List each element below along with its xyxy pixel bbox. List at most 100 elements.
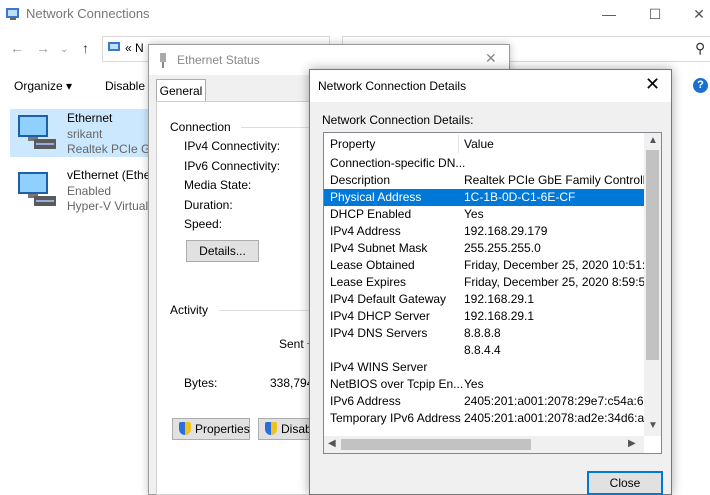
row-value: 192.168.29.179	[464, 224, 548, 238]
row-property: Physical Address	[330, 190, 422, 204]
adapter-ethernet[interactable]: Ethernet srikant Realtek PCIe GbE	[10, 109, 165, 157]
adapter-name: Ethernet	[67, 111, 113, 125]
row-value: 8.8.8.8	[464, 326, 501, 340]
row-property: IPv4 Address	[330, 224, 401, 238]
address-text: « N	[125, 41, 144, 55]
adapter-status: srikant	[67, 127, 103, 141]
row-property: IPv4 WINS Server	[330, 360, 428, 374]
tab-general[interactable]: General	[156, 79, 206, 102]
shield-icon	[265, 422, 277, 435]
row-value: Yes	[464, 377, 484, 391]
details-row[interactable]: IPv4 Default Gateway 192.168.29.1	[324, 291, 644, 308]
properties-button[interactable]: Properties	[172, 418, 250, 440]
properties-button-label: Properties	[195, 422, 250, 436]
back-arrow-icon[interactable]: ←	[10, 40, 24, 56]
row-value: 1C-1B-0D-C1-6E-CF	[464, 190, 576, 204]
shield-icon	[179, 422, 191, 435]
minimize-button[interactable]: —	[586, 0, 632, 28]
details-row[interactable]: Lease Expires Friday, December 25, 2020 8…	[324, 274, 644, 291]
maximize-button[interactable]: ☐	[632, 0, 678, 28]
help-icon[interactable]: ?	[693, 78, 708, 93]
close-icon[interactable]: ✕	[645, 74, 660, 95]
details-row[interactable]: Physical Address 1C-1B-0D-C1-6E-CF	[324, 189, 644, 206]
row-value: 192.168.29.1	[464, 292, 535, 306]
details-list[interactable]: Property Value Connection-specific DN...…	[323, 132, 662, 454]
network-adapter-icon	[18, 115, 56, 149]
connection-group-label: Connection	[170, 120, 231, 134]
vertical-scroll-thumb[interactable]	[646, 150, 659, 360]
adapter-status: Enabled	[67, 184, 112, 198]
close-window-button[interactable]: ✕	[676, 0, 710, 28]
ethernet-plug-icon	[160, 53, 166, 68]
organize-menu[interactable]: Organize ▾	[14, 79, 72, 93]
bytes-label: Bytes:	[184, 376, 218, 390]
details-row[interactable]: Lease Obtained Friday, December 25, 2020 …	[324, 257, 644, 274]
adapter-name: vEthernet (Ethe	[67, 168, 151, 182]
scroll-right-arrow-icon[interactable]: ▶	[628, 438, 636, 449]
sent-label: Sent	[279, 337, 304, 351]
details-row[interactable]: Description Realtek PCIe GbE Family Contr…	[324, 172, 644, 189]
dialog-title: Ethernet Status	[177, 53, 260, 67]
row-property: DHCP Enabled	[330, 207, 412, 221]
row-value: 8.8.4.4	[464, 343, 501, 357]
disable-button-label: Disab	[281, 422, 312, 436]
close-button[interactable]: Close	[587, 471, 663, 495]
dialog-title: Network Connection Details	[318, 79, 467, 93]
network-adapter-icon	[18, 172, 56, 206]
row-property: IPv4 DHCP Server	[330, 309, 430, 323]
dialog-titlebar[interactable]: Network Connection Details ✕	[310, 70, 671, 102]
activity-group-label: Activity	[170, 303, 209, 317]
column-header-property[interactable]: Property	[330, 133, 375, 155]
adapter-vethernet[interactable]: vEthernet (Ethe Enabled Hyper-V Virtual	[10, 166, 160, 214]
details-row[interactable]: IPv6 Address 2405:201:a001:2078:29e7:c54a…	[324, 393, 644, 410]
row-value: Friday, December 25, 2020 8:59:53 P	[464, 275, 644, 289]
vertical-scrollbar[interactable]: ▲ ▼	[644, 133, 661, 436]
field-label: Speed:	[184, 217, 223, 231]
horizontal-scrollbar[interactable]: ◀ ▶	[324, 436, 644, 453]
scroll-down-arrow-icon[interactable]: ▼	[648, 420, 658, 431]
close-icon[interactable]: ✕	[485, 50, 497, 67]
network-folder-icon	[6, 8, 19, 20]
details-row[interactable]: IPv4 Subnet Mask 255.255.255.0	[324, 240, 644, 257]
row-value: 2405:201:a001:2078:ad2e:34d6:a5a8	[464, 411, 644, 425]
field-label: Duration:	[184, 198, 233, 212]
details-row[interactable]: IPv4 WINS Server	[324, 359, 644, 376]
details-row[interactable]: NetBIOS over Tcpip En... Yes	[324, 376, 644, 393]
row-value: 192.168.29.1	[464, 309, 535, 323]
forward-arrow-icon[interactable]: →	[36, 40, 50, 56]
adapter-device: Hyper-V Virtual	[67, 199, 149, 213]
search-icon: ⚲	[695, 40, 706, 56]
field-label: IPv6 Connectivity:	[184, 159, 281, 173]
row-value: Yes	[464, 207, 484, 221]
row-property: Lease Obtained	[330, 258, 415, 272]
column-header-value[interactable]: Value	[464, 133, 494, 155]
row-property: IPv4 Subnet Mask	[330, 241, 428, 255]
row-value: Realtek PCIe GbE Family Controller	[464, 173, 644, 187]
details-button[interactable]: Details...	[186, 240, 259, 262]
row-value: 255.255.255.0	[464, 241, 541, 255]
details-row[interactable]: Connection-specific DN...	[324, 155, 644, 172]
window-title: Network Connections	[26, 6, 150, 21]
details-row[interactable]: IPv4 DHCP Server 192.168.29.1	[324, 308, 644, 325]
row-property: IPv4 DNS Servers	[330, 326, 428, 340]
recent-locations-chevron-icon[interactable]: ⌄	[60, 44, 68, 55]
row-value: 2405:201:a001:2078:29e7:c54a:6617	[464, 394, 644, 408]
network-connection-details-dialog: Network Connection Details ✕ Network Con…	[309, 69, 672, 495]
scroll-up-arrow-icon[interactable]: ▲	[648, 135, 658, 146]
horizontal-scroll-thumb[interactable]	[341, 439, 531, 450]
row-property: NetBIOS over Tcpip En...	[330, 377, 464, 391]
network-folder-icon	[108, 42, 120, 51]
row-property: Lease Expires	[330, 275, 407, 289]
row-property: Description	[330, 173, 391, 187]
field-label: IPv4 Connectivity:	[184, 139, 281, 153]
row-property: IPv6 Address	[330, 394, 401, 408]
disable-device-button[interactable]: Disable t	[105, 79, 152, 93]
details-row[interactable]: IPv4 DNS Servers 8.8.8.8	[324, 325, 644, 342]
details-row[interactable]: IPv4 Address 192.168.29.179	[324, 223, 644, 240]
up-arrow-icon[interactable]: ↑	[82, 40, 89, 56]
scroll-left-arrow-icon[interactable]: ◀	[328, 438, 336, 449]
details-row[interactable]: Temporary IPv6 Address 2405:201:a001:2078…	[324, 410, 644, 427]
details-row[interactable]: DHCP Enabled Yes	[324, 206, 644, 223]
details-row[interactable]: 8.8.4.4	[324, 342, 644, 359]
column-divider[interactable]	[458, 135, 459, 153]
